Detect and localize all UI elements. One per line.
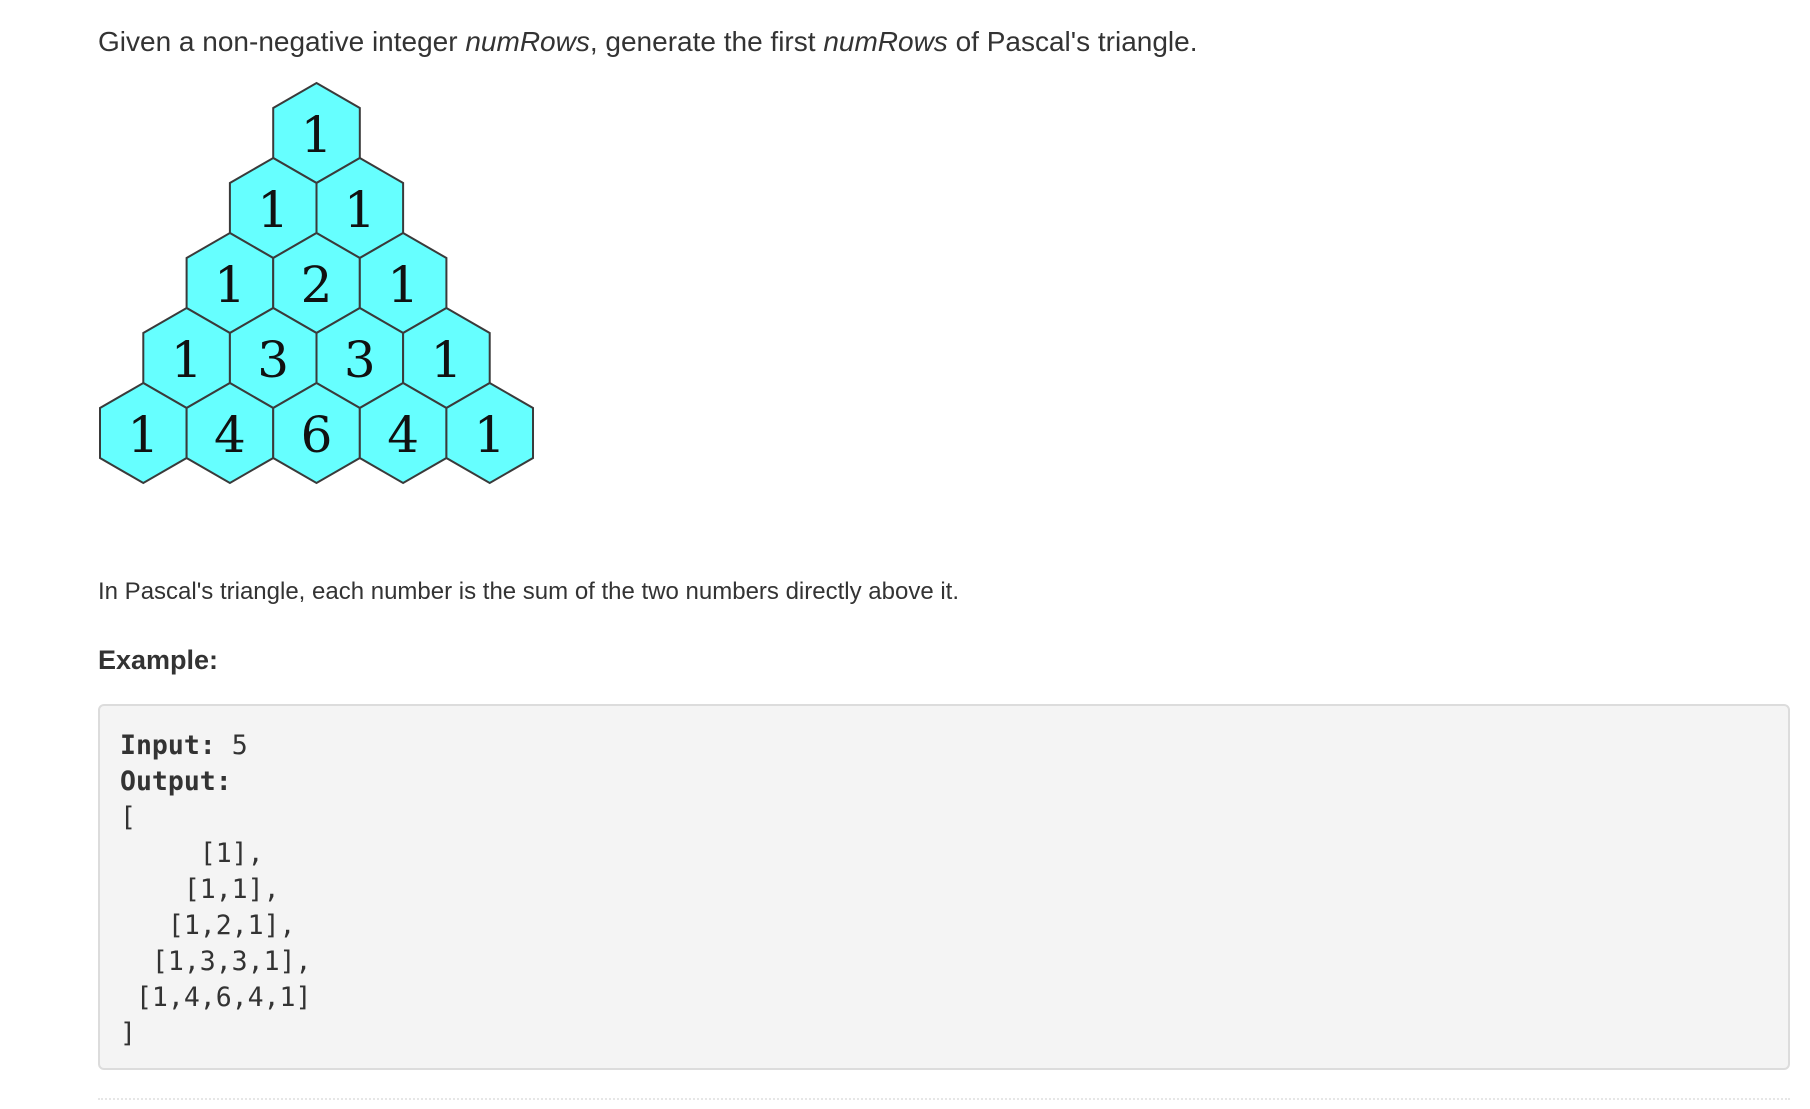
cell-number: 3 — [257, 331, 289, 389]
output-line: [1,1], — [120, 874, 280, 905]
cell-number: 1 — [387, 256, 419, 314]
example-heading: Example: — [98, 645, 219, 675]
cell-number: 1 — [431, 331, 463, 389]
cell-number: 1 — [127, 406, 159, 464]
output-line: [1,2,1], — [120, 910, 296, 941]
example-code-block: Input: 5 Output:[ [1], [1,1], [1,2,1], [1… — [98, 704, 1790, 1070]
cell-number: 1 — [474, 406, 506, 464]
statement-text-2: , generate the first — [589, 26, 824, 57]
output-line: [1,4,6,4,1] — [120, 982, 312, 1013]
problem-statement: Given a non-negative integer numRows, ge… — [98, 22, 1198, 62]
cell-number: 2 — [301, 256, 333, 314]
example-input-line: Input: 5 — [120, 728, 1768, 764]
output-line: [1], — [120, 838, 264, 869]
cell-number: 6 — [301, 406, 333, 464]
statement-var-numrows-1: numRows — [465, 26, 590, 57]
cell-number: 4 — [387, 406, 419, 464]
output-line: ] — [120, 1018, 136, 1049]
cell-number: 1 — [301, 106, 333, 164]
example-output-line: Output: — [120, 764, 1768, 800]
cell-number: 1 — [257, 181, 289, 239]
input-key: Input: — [120, 730, 216, 761]
statement-text-3: of Pascal's triangle. — [947, 26, 1198, 57]
output-line: [ — [120, 802, 136, 833]
statement-text-1: Given a non-negative integer — [98, 26, 466, 57]
cell-number: 1 — [344, 181, 376, 239]
output-line: [1,3,3,1], — [120, 946, 312, 977]
statement-var-numrows-2: numRows — [823, 26, 948, 57]
cell-number: 4 — [214, 406, 246, 464]
cell-number: 1 — [214, 256, 246, 314]
triangle-explanation: In Pascal's triangle, each number is the… — [98, 578, 959, 605]
input-value: 5 — [215, 730, 248, 761]
cell-number: 3 — [344, 331, 376, 389]
pascal-triangle-illustration: 11 11 2 11 3 3 11 4 6 4 1 — [99, 81, 535, 485]
output-key: Output: — [120, 766, 232, 797]
cell-number: 1 — [171, 331, 203, 389]
section-divider — [98, 1098, 1790, 1100]
